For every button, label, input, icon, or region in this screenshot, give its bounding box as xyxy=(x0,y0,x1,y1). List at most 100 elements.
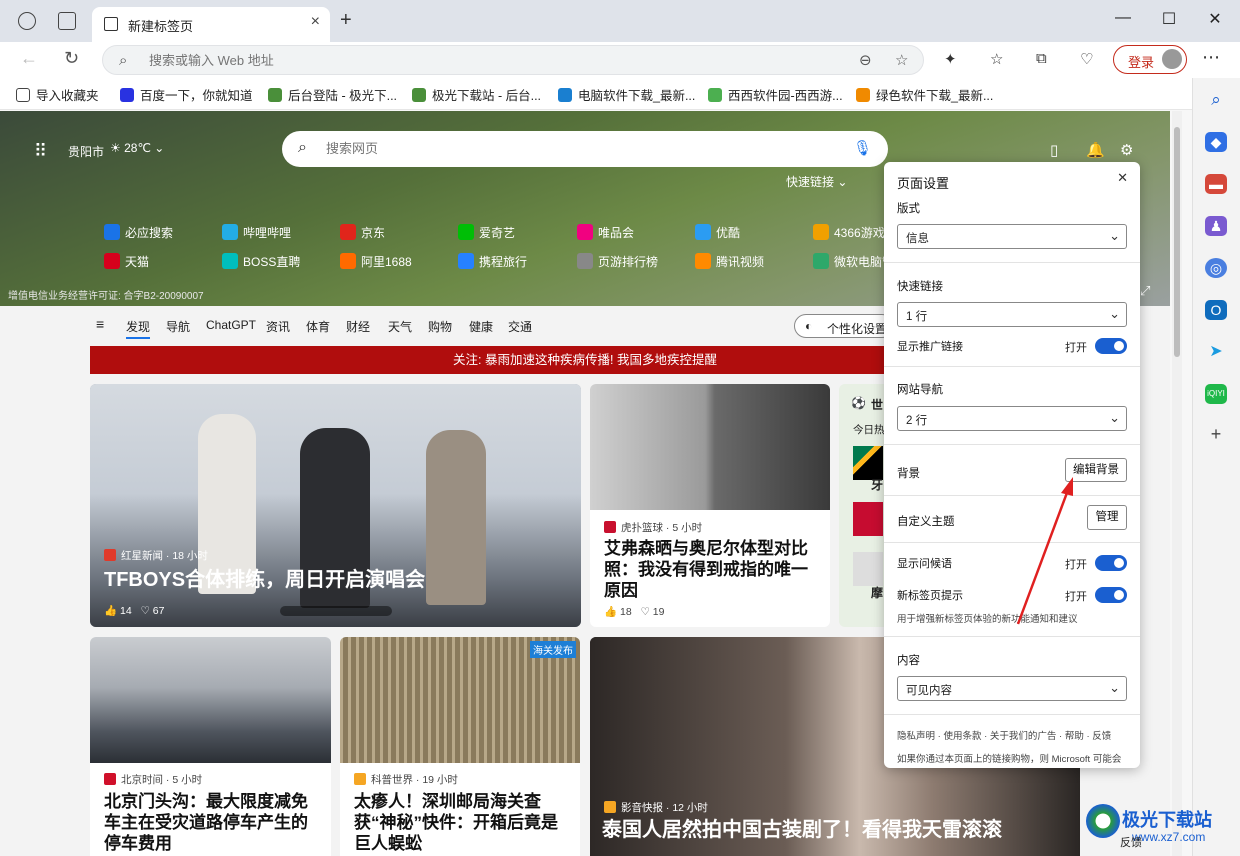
weather-widget[interactable]: ☀ 28℃ ⌄ xyxy=(110,141,164,155)
notification-bell-icon[interactable]: 🔔 xyxy=(1086,141,1105,159)
quick-link[interactable]: 页游排行榜 xyxy=(577,253,658,270)
card-title[interactable]: TFBOYS合体排练，周日开启演唱会 xyxy=(104,570,425,591)
workspaces-icon[interactable] xyxy=(18,12,36,30)
tab-new-tab[interactable]: 新建标签页 × xyxy=(92,7,330,42)
quick-link[interactable]: 4366游戏 xyxy=(813,224,885,241)
apps-grid-icon[interactable]: ⠿ xyxy=(34,141,47,162)
quick-link[interactable]: 京东 xyxy=(340,224,385,241)
favorite-item[interactable]: 后台登陆 - 极光下... xyxy=(268,85,397,104)
greeting-toggle[interactable] xyxy=(1095,555,1127,571)
tab-actions-icon[interactable] xyxy=(58,12,76,30)
favorites-icon[interactable]: ☆ xyxy=(990,50,1003,68)
tab-weather[interactable]: 天气 xyxy=(388,318,412,335)
card-title[interactable]: 北京门头沟：最大限度减免车主在受灾道路停车产生的停车费用 xyxy=(104,791,320,854)
expand-icon[interactable]: ⤢ xyxy=(1140,283,1150,299)
search-icon[interactable]: ⌕ xyxy=(1205,90,1227,110)
tab-discover[interactable]: 发现 xyxy=(126,318,151,339)
quick-link[interactable]: 必应搜索 xyxy=(104,224,173,241)
more-menu-icon[interactable]: ⋯ xyxy=(1202,47,1220,68)
footer-links[interactable]: 隐私声明 · 使用条款 · 关于我们的广告 · 帮助 · 反馈 xyxy=(897,728,1111,742)
microphone-icon[interactable]: 🎙 xyxy=(853,139,872,157)
extensions-icon[interactable]: ✦ xyxy=(944,50,957,68)
close-window-icon[interactable]: ✕ xyxy=(1200,9,1230,29)
card-title[interactable]: 艾弗森晒与奥尼尔体型对比照：我没有得到戒指的唯一原因 xyxy=(604,538,818,601)
minimize-icon[interactable]: — xyxy=(1108,9,1138,27)
card-title[interactable]: 太瘆人！深圳邮局海关查获“神秘”快件：开箱后竟是巨人蜈蚣 xyxy=(354,791,570,854)
new-tab-button[interactable]: + xyxy=(340,9,352,32)
tools-icon[interactable]: ▬ xyxy=(1205,174,1227,194)
quick-link[interactable]: 腾讯视频 xyxy=(695,253,764,270)
tips-toggle[interactable] xyxy=(1095,587,1127,603)
favorite-item[interactable]: 百度一下，你就知道 xyxy=(120,85,253,104)
quick-link[interactable]: BOSS直聘 xyxy=(222,253,300,270)
favorite-item[interactable]: 绿色软件下载_最新... xyxy=(856,85,993,104)
tab-finance[interactable]: 财经 xyxy=(346,318,370,335)
zoom-icon[interactable]: ⊖ xyxy=(859,51,872,69)
comment-icon[interactable]: ♡ xyxy=(140,605,149,617)
settings-gear-icon[interactable]: ⚙ xyxy=(1120,141,1133,159)
login-button[interactable]: 登录 xyxy=(1113,45,1187,74)
menu-icon[interactable]: ≡ xyxy=(96,316,104,332)
tab-chatgpt[interactable]: ChatGPT xyxy=(206,318,256,332)
news-card[interactable]: 海关发布 科普世界 · 19 小时 太瘆人！深圳邮局海关查获“神秘”快件：开箱后… xyxy=(340,637,580,856)
close-icon[interactable]: ✕ xyxy=(1117,170,1128,186)
quick-link[interactable]: 爱奇艺 xyxy=(458,224,515,241)
quick-link[interactable]: 优酷 xyxy=(695,224,740,241)
quick-link[interactable]: 天猫 xyxy=(104,253,149,270)
favorite-item[interactable]: 电脑软件下载_最新... xyxy=(558,85,695,104)
add-icon[interactable]: + xyxy=(1205,424,1227,444)
tab-health[interactable]: 健康 xyxy=(469,318,493,335)
shopping-icon[interactable]: ◆ xyxy=(1205,132,1227,152)
edit-background-button[interactable]: 编辑背景 xyxy=(1065,458,1127,482)
like-icon[interactable]: 👍 xyxy=(104,605,117,617)
comment-icon[interactable]: ♡ xyxy=(640,606,649,618)
favorite-item[interactable]: 导入收藏夹 xyxy=(16,85,99,104)
mobile-icon[interactable]: ▯ xyxy=(1050,141,1058,159)
games-icon[interactable]: ♟ xyxy=(1205,216,1227,236)
performance-icon[interactable]: ♡ xyxy=(1080,50,1093,68)
promo-toggle[interactable] xyxy=(1095,338,1127,354)
web-search-box[interactable]: ⌕ 🎙 xyxy=(282,131,888,167)
news-card-main[interactable]: 红星新闻 · 18 小时 TFBOYS合体排练，周日开启演唱会 👍 14 ♡ 6… xyxy=(90,384,581,627)
carousel-dots[interactable] xyxy=(280,606,392,616)
favorite-item[interactable]: 西西软件园-西西游... xyxy=(708,85,843,104)
card-title[interactable]: 泰国人居然拍中国古装剧了！看得我天雷滚滚 xyxy=(602,820,1002,841)
license-text[interactable]: 增值电信业务经营许可证: 合字B2-20090007 xyxy=(8,287,204,302)
personalize-button[interactable]: ◐ 个性化设置 xyxy=(794,314,894,338)
feedback-button[interactable]: 反馈 xyxy=(1120,834,1142,850)
quick-link[interactable]: 唯品会 xyxy=(577,224,634,241)
copilot-icon[interactable]: ◎ xyxy=(1205,258,1227,278)
page-scrollbar[interactable] xyxy=(1172,111,1182,856)
news-card[interactable]: 虎扑篮球 · 5 小时 艾弗森晒与奥尼尔体型对比照：我没有得到戒指的唯一原因 👍… xyxy=(590,384,830,627)
content-select[interactable]: 可见内容 ⌄ xyxy=(897,676,1127,701)
back-icon[interactable]: ← xyxy=(20,48,38,69)
tab-navigation[interactable]: 导航 xyxy=(166,318,190,335)
address-bar[interactable]: ⌕ ⊖ ☆ xyxy=(102,45,924,75)
address-input[interactable] xyxy=(149,53,749,68)
add-favorite-icon[interactable]: ☆ xyxy=(895,51,908,69)
refresh-icon[interactable]: ↻ xyxy=(64,48,79,69)
city-label[interactable]: 贵阳市 xyxy=(68,143,104,160)
like-icon[interactable]: 👍 xyxy=(604,606,617,618)
quick-links-toggle[interactable]: 快速链接 ⌄ xyxy=(786,173,847,190)
layout-select[interactable]: 信息 ⌄ xyxy=(897,224,1127,249)
quick-links-select[interactable]: 1 行 ⌄ xyxy=(897,302,1127,327)
scroll-thumb[interactable] xyxy=(1174,127,1180,357)
favorite-item[interactable]: 极光下载站 - 后台... xyxy=(412,85,541,104)
iqiyi-icon[interactable]: iQIYI xyxy=(1205,384,1227,404)
collections-icon[interactable]: ⧉ xyxy=(1036,50,1047,67)
quick-link[interactable]: 阿里1688 xyxy=(340,253,412,270)
tab-sports[interactable]: 体育 xyxy=(306,318,330,335)
tab-shopping[interactable]: 购物 xyxy=(428,318,452,335)
web-search-input[interactable] xyxy=(326,141,806,156)
news-card[interactable]: 北京时间 · 5 小时 北京门头沟：最大限度减免车主在受灾道路停车产生的停车费用 xyxy=(90,637,331,856)
quick-link[interactable]: 微软电脑管 xyxy=(813,253,894,270)
tab-news[interactable]: 资讯 xyxy=(266,318,290,335)
manage-button[interactable]: 管理 xyxy=(1087,505,1127,530)
tab-traffic[interactable]: 交通 xyxy=(508,318,532,335)
site-nav-select[interactable]: 2 行 ⌄ xyxy=(897,406,1127,431)
quick-link[interactable]: 哔哩哔哩 xyxy=(222,224,291,241)
quick-link[interactable]: 携程旅行 xyxy=(458,253,527,270)
maximize-icon[interactable]: ☐ xyxy=(1154,9,1184,29)
send-icon[interactable]: ➤ xyxy=(1205,342,1227,362)
